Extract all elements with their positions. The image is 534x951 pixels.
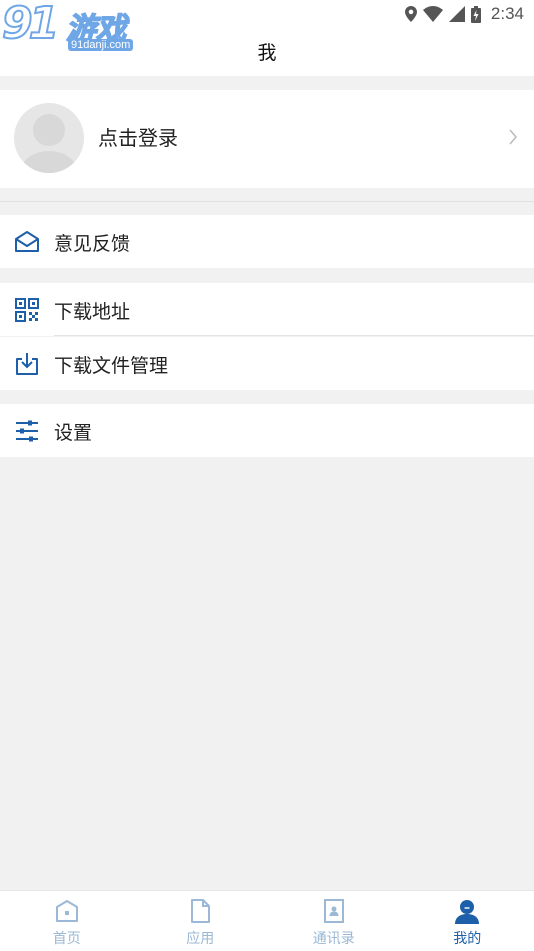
- menu-item-feedback[interactable]: 意见反馈: [0, 215, 534, 268]
- battery-icon: [471, 6, 481, 23]
- nav-item-contacts[interactable]: 通讯录: [267, 891, 401, 951]
- top-header: 91 游戏 91danji.com 2:34 我: [0, 0, 534, 76]
- nav-label-contacts: 通讯录: [267, 928, 401, 948]
- row-divider: [54, 335, 534, 336]
- login-row[interactable]: 点击登录: [0, 90, 534, 188]
- location-icon: [405, 6, 417, 22]
- nav-item-home[interactable]: 首页: [0, 891, 134, 951]
- menu-item-download-address[interactable]: 下载地址: [0, 283, 534, 336]
- menu-label-settings: 设置: [54, 418, 92, 445]
- person-icon: [453, 897, 481, 925]
- status-bar: 91 游戏 91danji.com 2:34: [0, 0, 534, 28]
- signal-icon: [449, 6, 465, 22]
- chevron-right-icon: [508, 128, 518, 146]
- qr-code-icon: [14, 297, 40, 323]
- menu-item-download-manager[interactable]: 下载文件管理: [0, 337, 534, 390]
- download-icon: [14, 351, 40, 377]
- bottom-nav: 首页 应用 通讯录 我的: [0, 890, 534, 951]
- avatar[interactable]: [14, 103, 84, 173]
- nav-label-home: 首页: [0, 928, 134, 948]
- document-icon: [186, 897, 214, 925]
- nav-label-me: 我的: [401, 928, 534, 948]
- sliders-icon: [14, 418, 40, 444]
- nav-item-me[interactable]: 我的: [401, 891, 534, 951]
- page-title: 我: [0, 38, 534, 65]
- status-time: 2:34: [491, 4, 524, 24]
- menu-item-settings[interactable]: 设置: [0, 404, 534, 457]
- wifi-icon: [423, 6, 443, 22]
- menu-label-download-manager: 下载文件管理: [54, 351, 168, 378]
- status-icons: 2:34: [405, 4, 524, 24]
- envelope-icon: [14, 229, 40, 255]
- menu-label-download-address: 下载地址: [54, 297, 130, 324]
- nav-item-apps[interactable]: 应用: [134, 891, 268, 951]
- contacts-icon: [320, 897, 348, 925]
- menu-label-feedback: 意见反馈: [54, 229, 130, 256]
- avatar-placeholder-icon: [14, 103, 84, 173]
- divider: [0, 201, 534, 202]
- home-icon: [53, 897, 81, 925]
- nav-label-apps: 应用: [134, 928, 268, 948]
- login-label: 点击登录: [98, 122, 178, 151]
